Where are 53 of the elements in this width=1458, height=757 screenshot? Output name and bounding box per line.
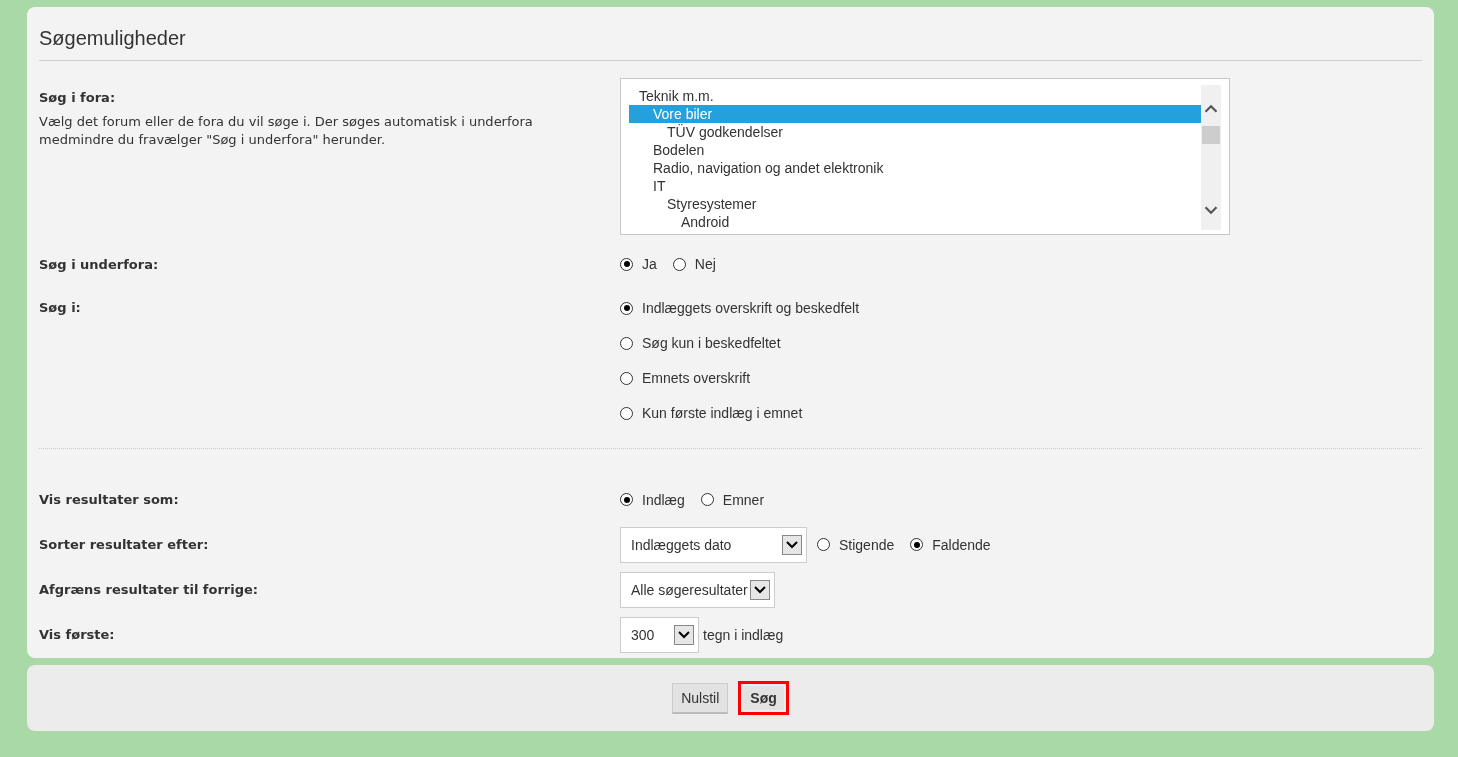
radio-option[interactable]: Kun første indlæg i emnet — [620, 404, 860, 422]
caret-icon[interactable] — [782, 534, 802, 555]
dropdown-value: 300 — [631, 626, 655, 643]
forum-option[interactable]: Bodelen — [629, 141, 1201, 159]
radio-button[interactable] — [620, 257, 633, 271]
field-label: Søg i fora: — [39, 90, 117, 105]
forum-option[interactable]: Android — [629, 213, 1201, 231]
section-heading: Søgemuligheder — [39, 21, 1422, 61]
radio-button[interactable] — [672, 257, 686, 271]
field-label: Søg i: — [39, 300, 81, 315]
forum-listbox[interactable]: Teknik m.m. Vore biler TÜV godkendelser Bodelen Radio, navigation og andet elektronik IT Styresystemer Android — [620, 78, 1230, 235]
radio-option[interactable]: Nej — [672, 255, 716, 273]
forum-option[interactable]: Teknik m.m. — [629, 87, 1201, 105]
radio-option[interactable]: Indlæggets overskrift og beskedfelt — [620, 299, 860, 317]
field-label: Afgræns resultater til forrige: — [39, 582, 259, 597]
dropdown-value: Indlæggets dato — [631, 536, 732, 553]
limit-dropdown[interactable]: Alle søgeresultater — [620, 571, 775, 608]
radio-option[interactable]: Ja — [620, 255, 657, 273]
field-label: Sorter resultater efter: — [39, 537, 209, 552]
forum-option[interactable]: Radio, navigation og andet elektronik — [629, 159, 1201, 177]
radio-option[interactable]: Søg kun i beskedfeltet — [620, 334, 860, 352]
radio-button[interactable] — [620, 301, 633, 315]
radio-option[interactable]: Emnets overskrift — [620, 369, 860, 387]
length-dropdown[interactable]: 300 — [620, 616, 699, 653]
field-label: Søg i underfora: — [39, 256, 159, 272]
radio-button[interactable] — [620, 493, 633, 506]
search-button[interactable]: Søg — [738, 681, 789, 715]
field-label: Vis første: — [39, 627, 115, 642]
radio-button[interactable] — [910, 538, 924, 551]
radio-button[interactable] — [620, 371, 633, 385]
scroll-up-icon[interactable] — [1203, 103, 1219, 114]
radio-option[interactable]: Stigende — [817, 535, 895, 554]
scrollbar[interactable] — [1201, 85, 1221, 230]
radio-option[interactable]: Emner — [700, 490, 765, 509]
field-label: Vis resultater som: — [39, 492, 179, 507]
radio-button[interactable] — [620, 336, 633, 350]
caret-icon[interactable] — [674, 624, 694, 645]
radio-button[interactable] — [620, 406, 633, 420]
radio-option[interactable]: Indlæg — [620, 490, 685, 509]
scrollbar-thumb[interactable] — [1202, 126, 1220, 144]
forum-option[interactable]: Styresystemer — [629, 195, 1201, 213]
sort-dropdown[interactable]: Indlæggets dato — [620, 526, 807, 563]
dropdown-value: Alle søgeresultater — [631, 581, 748, 598]
forum-option[interactable]: TÜV godkendelser — [629, 123, 1201, 141]
radio-button[interactable] — [817, 538, 830, 551]
field-description: Vælg det forum eller de fora du vil søge i. Der søges automatisk i underfora medmindre du fravælger "Søg i underfora" herunder. — [39, 113, 534, 149]
radio-button[interactable] — [700, 493, 714, 506]
radio-option[interactable]: Faldende — [910, 535, 991, 554]
unit-text: tegn i indlæg — [703, 626, 784, 643]
reset-button[interactable]: Nulstil — [672, 682, 729, 714]
scroll-down-icon[interactable] — [1203, 205, 1219, 216]
caret-icon[interactable] — [749, 579, 770, 600]
forum-option[interactable]: IT — [629, 177, 1201, 195]
